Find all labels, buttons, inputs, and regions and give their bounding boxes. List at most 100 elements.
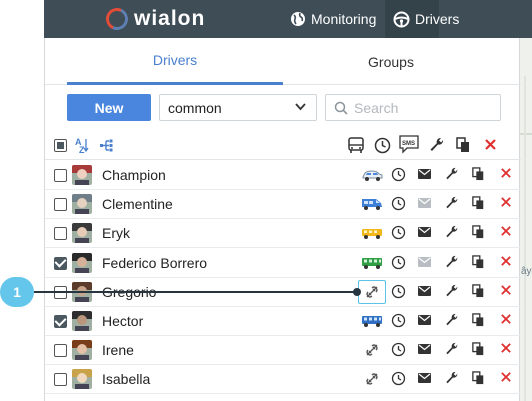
nav-drivers-label: Drivers [415,11,460,27]
group-tree-icon[interactable] [100,139,116,152]
delete-icon[interactable] [500,371,512,383]
sort-az-icon[interactable]: A Z [75,137,89,154]
wrench-icon[interactable] [445,313,459,327]
message-icon[interactable] [418,169,431,179]
delete-icon[interactable] [500,255,512,267]
driver-row[interactable]: Irene [45,336,521,366]
logo-ring-icon [102,4,132,34]
tab-groups[interactable]: Groups [283,38,499,85]
driver-checkbox[interactable] [54,256,67,270]
unassigned-vehicle-icon[interactable] [361,369,383,389]
chevron-down-icon [295,103,306,111]
map-road [520,133,532,135]
copy-icon[interactable] [472,342,485,356]
wrench-icon[interactable] [445,255,459,269]
driver-name[interactable]: Eryk [102,225,130,241]
driver-row[interactable]: Federico Borrero [45,249,521,278]
delete-icon[interactable] [500,284,512,296]
driver-checkbox[interactable] [54,315,67,328]
driver-name[interactable]: Isabella [102,371,150,387]
green-bus-icon[interactable] [361,253,383,273]
delete-icon[interactable] [500,196,512,208]
delete-icon[interactable] [500,342,512,354]
clock-icon[interactable] [391,371,406,386]
driver-avatar [72,340,92,361]
driver-checkbox[interactable] [54,169,67,182]
van-icon[interactable] [361,194,383,214]
clock-icon[interactable] [391,284,406,299]
driver-checkbox[interactable] [54,227,67,241]
delete-icon[interactable] [500,313,512,325]
map-road [524,76,526,401]
driver-avatar [72,194,92,215]
callout-dot [353,288,361,296]
select-all-checkbox[interactable] [54,139,67,152]
message-icon[interactable] [418,198,431,209]
driver-avatar [72,369,92,390]
driver-row[interactable]: Champion [45,161,521,190]
driver-row[interactable]: Isabella [45,365,521,395]
copy-icon[interactable] [456,137,471,153]
message-icon[interactable] [418,344,431,355]
unassigned-vehicle-icon[interactable] [358,279,386,304]
driver-row[interactable]: Clementine [45,190,521,220]
search-input[interactable] [354,99,494,116]
yellow-truck-icon[interactable] [361,223,383,243]
copy-icon[interactable] [472,254,485,269]
message-icon[interactable] [418,227,431,238]
driver-checkbox[interactable] [54,344,67,358]
tab-drivers[interactable]: Drivers [67,38,283,85]
clock-icon[interactable] [391,196,406,211]
driver-name[interactable]: Federico Borrero [102,255,207,271]
list-header: A Z SMS [45,131,521,160]
driver-row[interactable]: Eryk [45,219,521,249]
message-icon[interactable] [418,285,431,296]
clock-icon[interactable] [391,255,406,270]
driver-checkbox[interactable] [54,373,67,387]
driver-row[interactable]: Hector [45,307,521,336]
driver-name[interactable]: Hector [102,313,143,329]
copy-icon[interactable] [472,225,485,239]
bus-icon[interactable] [347,137,365,154]
clock-icon[interactable] [374,137,391,154]
message-icon[interactable] [418,373,431,384]
nav-monitoring[interactable]: Monitoring [284,0,382,38]
delete-icon[interactable] [500,225,512,237]
search-box [325,94,501,121]
wrench-icon[interactable] [445,371,459,385]
message-icon[interactable] [418,256,431,267]
wrench-icon[interactable] [445,225,459,239]
blue-bus-icon[interactable] [361,311,383,331]
copy-icon[interactable] [472,196,485,210]
car-icon[interactable] [361,165,383,185]
wrench-icon[interactable] [429,137,445,153]
delete-icon[interactable] [500,167,512,179]
driver-avatar [72,165,92,185]
driver-checkbox[interactable] [54,198,67,212]
driver-name[interactable]: Clementine [102,196,173,212]
clock-icon[interactable] [391,342,406,357]
delete-icon[interactable] [484,138,497,151]
wrench-icon[interactable] [445,284,459,298]
new-driver-button[interactable]: New [67,94,151,121]
wialon-logo[interactable]: wialon [102,4,246,34]
top-bar: wialon Monitoring Drivers [44,0,532,38]
nav-drivers[interactable]: Drivers [385,0,459,38]
wrench-icon[interactable] [445,167,459,181]
driver-avatar [72,311,92,331]
copy-icon[interactable] [472,284,485,298]
copy-icon[interactable] [472,371,485,385]
copy-icon[interactable] [472,313,485,327]
clock-icon[interactable] [391,313,406,328]
resource-select[interactable]: common [159,94,317,121]
unassigned-vehicle-icon[interactable] [361,340,383,360]
wrench-icon[interactable] [445,196,459,210]
wrench-icon[interactable] [445,342,459,356]
clock-icon[interactable] [391,167,406,182]
sms-icon[interactable]: SMS [399,135,419,154]
driver-name[interactable]: Champion [102,167,166,183]
clock-icon[interactable] [391,225,406,240]
message-icon[interactable] [418,315,431,325]
driver-name[interactable]: Irene [102,342,134,358]
copy-icon[interactable] [472,167,485,181]
